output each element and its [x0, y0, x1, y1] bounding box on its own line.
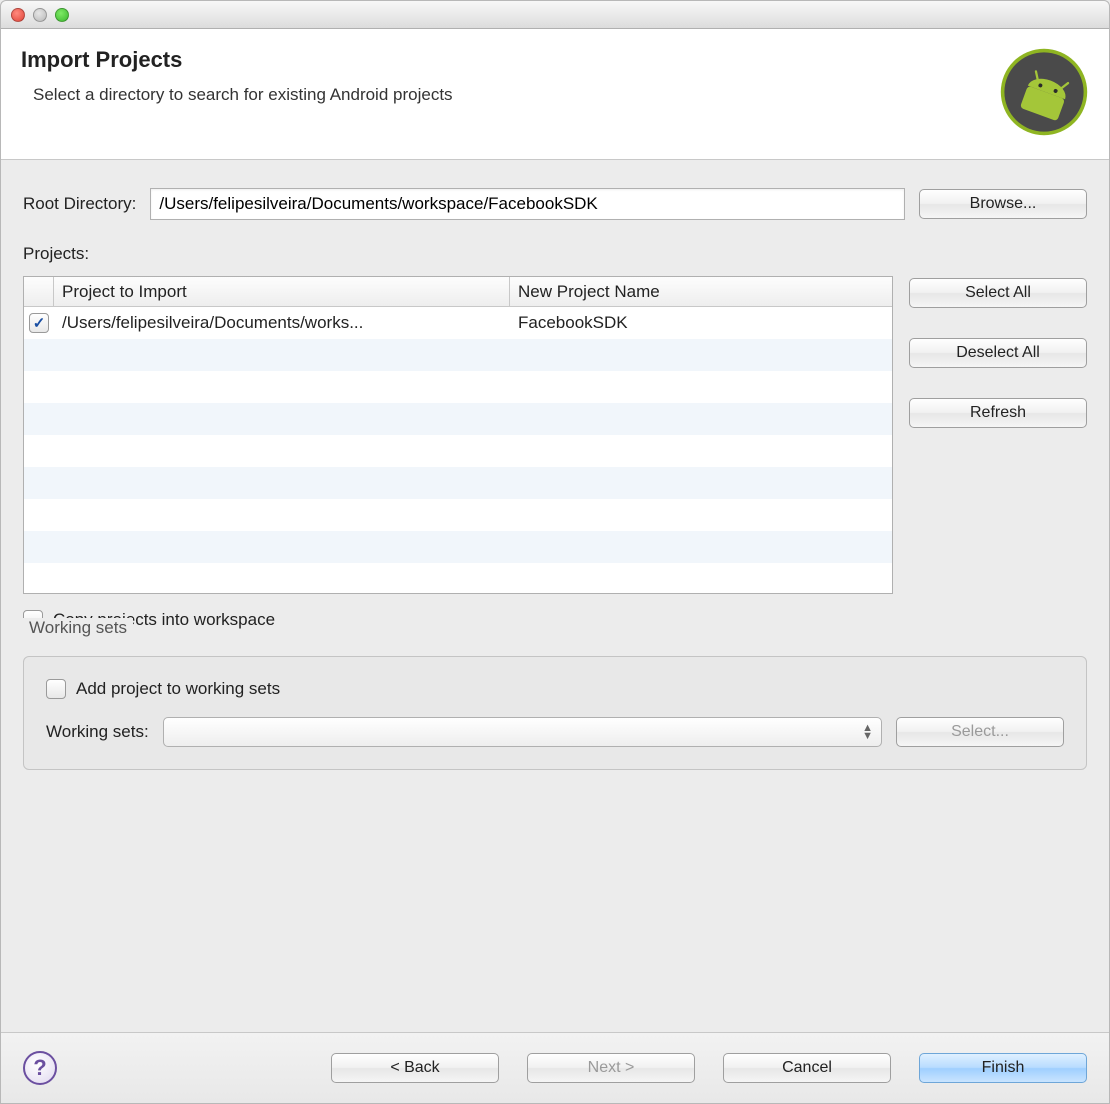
refresh-button[interactable]: Refresh	[909, 398, 1087, 428]
working-sets-title: Working sets	[23, 618, 133, 638]
working-sets-dropdown[interactable]: ▲▼	[163, 717, 882, 747]
table-row	[24, 403, 892, 435]
header-new-project-name: New Project Name	[510, 277, 892, 306]
select-all-button[interactable]: Select All	[909, 278, 1087, 308]
table-row	[24, 435, 892, 467]
copy-projects-row: ✓ Copy projects into workspace	[23, 606, 1087, 630]
titlebar	[1, 1, 1109, 29]
back-button[interactable]: < Back	[331, 1053, 499, 1083]
next-button: Next >	[527, 1053, 695, 1083]
cell-new-project-name: FacebookSDK	[510, 309, 636, 337]
cancel-button[interactable]: Cancel	[723, 1053, 891, 1083]
zoom-icon[interactable]	[55, 8, 69, 22]
table-side-buttons: Select All Deselect All Refresh	[909, 276, 1087, 428]
help-icon[interactable]: ?	[23, 1051, 57, 1085]
root-directory-input[interactable]	[150, 188, 905, 220]
dialog-header: Import Projects Select a directory to se…	[1, 29, 1109, 160]
minimize-icon	[33, 8, 47, 22]
table-row	[24, 499, 892, 531]
table-row	[24, 467, 892, 499]
table-header: Project to Import New Project Name	[24, 277, 892, 307]
page-subtitle: Select a directory to search for existin…	[33, 85, 453, 105]
dialog-window: Import Projects Select a directory to se…	[0, 0, 1110, 1104]
working-sets-select-button: Select...	[896, 717, 1064, 747]
projects-table: Project to Import New Project Name ✓ /Us…	[23, 276, 893, 594]
header-checkbox-col	[24, 277, 54, 306]
table-body: ✓ /Users/felipesilveira/Documents/works.…	[24, 307, 892, 594]
table-row	[24, 531, 892, 563]
working-sets-group: ✓ Add project to working sets Working se…	[23, 656, 1087, 770]
table-row	[24, 563, 892, 594]
header-project-to-import: Project to Import	[54, 277, 510, 306]
close-icon[interactable]	[11, 8, 25, 22]
row-checkbox[interactable]: ✓	[29, 313, 49, 333]
finish-button[interactable]: Finish	[919, 1053, 1087, 1083]
add-to-working-sets-checkbox[interactable]: ✓	[46, 679, 66, 699]
add-to-working-sets-row: ✓ Add project to working sets	[46, 675, 1064, 699]
dialog-content: Root Directory: Browse... Projects: Proj…	[1, 160, 1109, 1032]
dialog-footer: ? < Back Next > Cancel Finish	[1, 1032, 1109, 1103]
projects-label: Projects:	[23, 232, 1087, 264]
cell-project-to-import: /Users/felipesilveira/Documents/works...	[54, 309, 510, 337]
android-icon	[999, 47, 1089, 137]
root-directory-label: Root Directory:	[23, 194, 136, 214]
table-row	[24, 371, 892, 403]
browse-button[interactable]: Browse...	[919, 189, 1087, 219]
add-to-working-sets-label: Add project to working sets	[76, 679, 280, 699]
table-row[interactable]: ✓ /Users/felipesilveira/Documents/works.…	[24, 307, 892, 339]
working-sets-row-label: Working sets:	[46, 722, 149, 742]
deselect-all-button[interactable]: Deselect All	[909, 338, 1087, 368]
chevron-updown-icon: ▲▼	[862, 724, 873, 740]
table-row	[24, 339, 892, 371]
root-directory-row: Root Directory: Browse...	[23, 188, 1087, 220]
page-title: Import Projects	[21, 47, 453, 73]
